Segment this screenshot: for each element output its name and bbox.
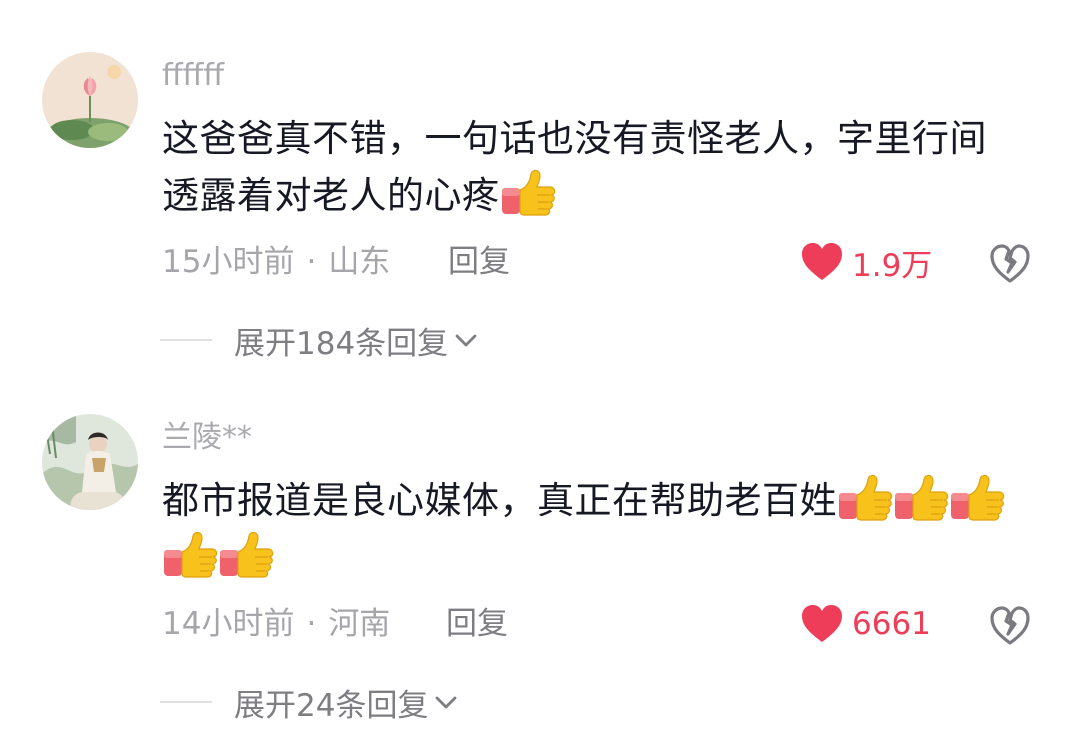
expand-replies-label: 展开184条回复: [234, 325, 449, 362]
expand-replies-button[interactable]: 展开184条回复: [160, 318, 480, 362]
comment-text: 这爸爸真不错，一句话也没有责怪老人，字里行间 透露着对老人的心疼: [162, 110, 1042, 224]
divider-line: [160, 701, 212, 703]
location: 山东: [328, 244, 391, 280]
separator-dot: ·: [306, 244, 317, 280]
comment-text: 都市报道是良心媒体，真正在帮助老百姓: [162, 472, 1042, 586]
comment-item: ffffff 这爸爸真不错，一句话也没有责怪老人，字里行间 透露着对老人的心疼 …: [0, 0, 1080, 380]
expand-replies-label: 展开24条回复: [234, 687, 429, 724]
separator-dot: ·: [306, 606, 317, 642]
like-button[interactable]: 1.9万: [800, 240, 932, 284]
thumbs-up-emoji: [838, 474, 893, 521]
thumbs-up-emoji: [219, 531, 274, 578]
heart-icon: [802, 243, 842, 280]
like-button[interactable]: 6661: [800, 602, 931, 646]
comment-item: 兰陵** 都市报道是良心媒体，真正在帮助老百姓 14小时前 · 河南 回复 6661…: [0, 380, 1080, 744]
reply-button[interactable]: 回复: [446, 604, 508, 644]
reply-button[interactable]: 回复: [448, 242, 510, 282]
comment-text-line: 都市报道是良心媒体，真正在帮助老百姓: [162, 479, 837, 522]
chevron-down-icon: [455, 334, 477, 347]
timestamp: 14小时前: [162, 606, 295, 642]
chevron-down-icon: [436, 696, 457, 709]
comment-meta: 14小时前 · 河南: [162, 604, 390, 644]
like-count: 1.9万: [852, 247, 933, 284]
broken-heart-icon[interactable]: [988, 604, 1032, 648]
comment-text-line: 透露着对老人的心疼: [162, 174, 500, 217]
like-count: 6661: [852, 606, 931, 642]
thumbs-up-emoji: [894, 474, 949, 521]
location: 河南: [328, 606, 391, 642]
comment-text-line: 这爸爸真不错，一句话也没有责怪老人，字里行间: [162, 117, 987, 160]
username[interactable]: ffffff: [162, 58, 224, 94]
username[interactable]: 兰陵**: [162, 420, 252, 456]
timestamp: 15小时前: [162, 244, 295, 280]
expand-replies-button[interactable]: 展开24条回复: [160, 680, 460, 724]
broken-heart-icon[interactable]: [988, 242, 1032, 286]
thumbs-up-emoji: [500, 169, 555, 216]
avatar[interactable]: [42, 52, 138, 148]
thumbs-up-emoji: [950, 474, 1005, 521]
heart-icon: [802, 605, 842, 642]
comment-meta: 15小时前 · 山东: [162, 242, 390, 282]
thumbs-up-emoji: [163, 531, 218, 578]
avatar[interactable]: [42, 414, 138, 510]
divider-line: [160, 339, 212, 341]
